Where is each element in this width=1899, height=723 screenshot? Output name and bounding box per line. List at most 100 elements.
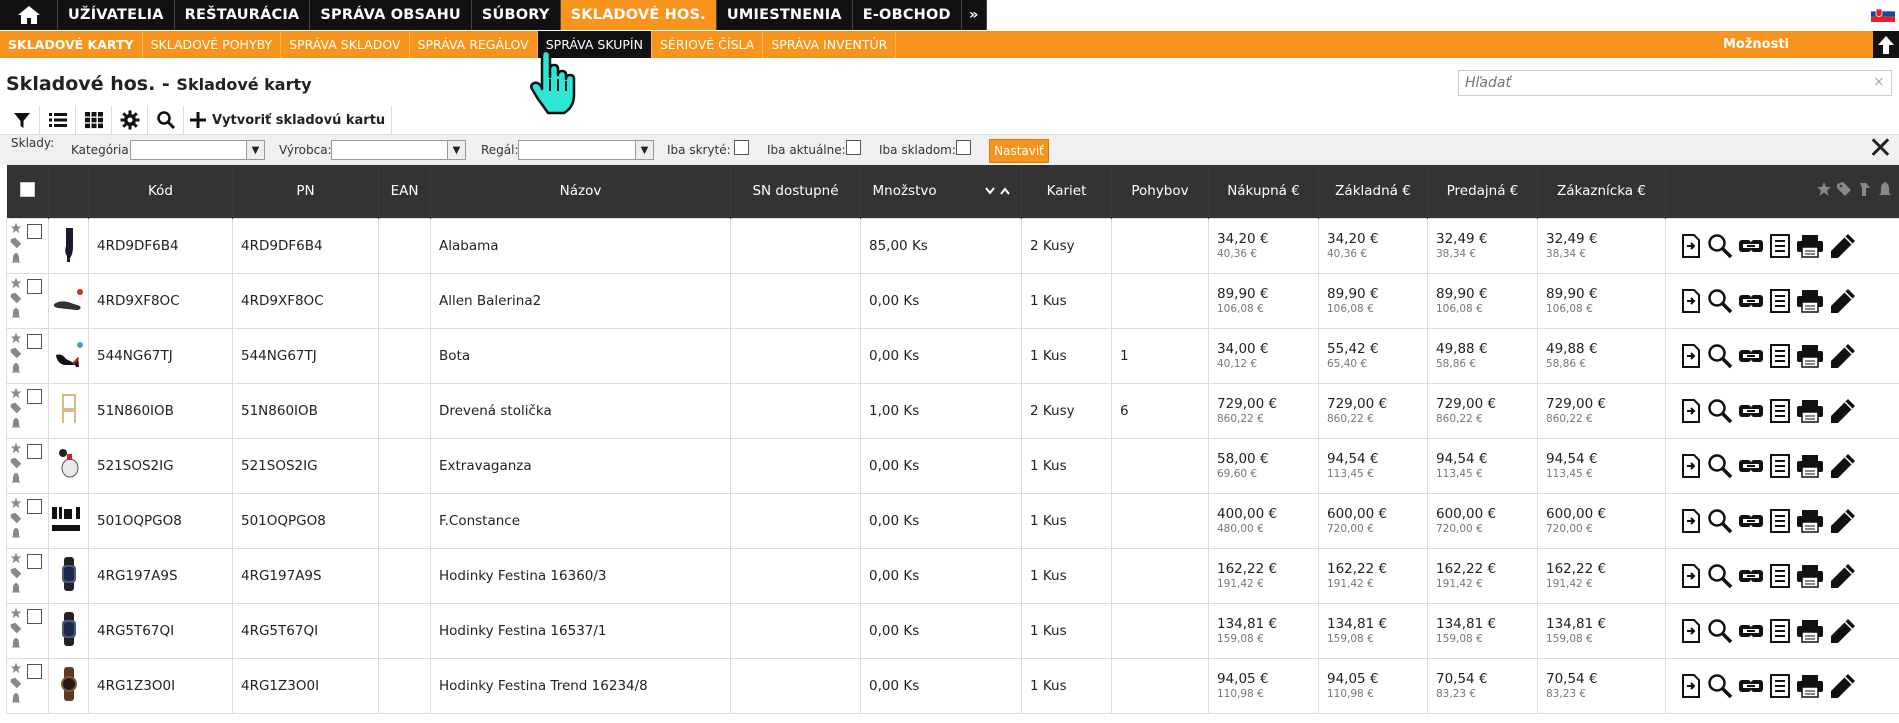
search-icon[interactable] bbox=[1707, 398, 1733, 424]
document-arrow-icon[interactable] bbox=[1680, 453, 1702, 478]
pencil-edit-icon[interactable] bbox=[1829, 342, 1857, 370]
subnav-sprava-regalov[interactable]: SPRÁVA REGÁLOV bbox=[410, 31, 538, 58]
star-icon[interactable] bbox=[10, 497, 22, 509]
iba-skladom-checkbox[interactable] bbox=[956, 140, 971, 155]
bell-icon[interactable] bbox=[10, 472, 22, 484]
subnav-seriove-cisla[interactable]: SÉRIOVÉ ČÍSLA bbox=[652, 31, 764, 58]
regal-select[interactable]: ▼ bbox=[518, 140, 654, 160]
pencil-edit-icon[interactable] bbox=[1829, 287, 1857, 315]
pencil-edit-icon[interactable] bbox=[1829, 617, 1857, 645]
search-icon[interactable] bbox=[1707, 563, 1733, 589]
pencil-edit-icon[interactable] bbox=[1829, 672, 1857, 700]
document-arrow-icon[interactable] bbox=[1680, 618, 1702, 643]
document-arrow-icon[interactable] bbox=[1680, 508, 1702, 533]
document-arrow-icon[interactable] bbox=[1680, 673, 1702, 698]
header-zakaznicka[interactable]: Zákaznícka € bbox=[1537, 165, 1666, 218]
cell-thumbnail[interactable] bbox=[48, 657, 89, 714]
list-document-icon[interactable] bbox=[1769, 343, 1791, 368]
subnav-sprava-inventur[interactable]: SPRÁVA INVENTÚR bbox=[763, 31, 897, 58]
link-icon[interactable] bbox=[1738, 676, 1764, 696]
nav-uzivatelia[interactable]: UŽÍVATELIA bbox=[58, 0, 175, 30]
cell-thumbnail[interactable] bbox=[48, 382, 89, 439]
search-icon[interactable] bbox=[1707, 618, 1733, 644]
printer-icon[interactable] bbox=[1796, 234, 1824, 258]
tag-icon[interactable] bbox=[10, 347, 22, 359]
printer-icon[interactable] bbox=[1796, 289, 1824, 313]
document-arrow-icon[interactable] bbox=[1680, 233, 1702, 258]
link-icon[interactable] bbox=[1738, 346, 1764, 366]
star-icon[interactable] bbox=[10, 607, 22, 619]
bell-icon[interactable] bbox=[10, 637, 22, 649]
row-checkbox[interactable] bbox=[27, 278, 42, 294]
pencil-edit-icon[interactable] bbox=[1829, 232, 1857, 260]
subnav-skladove-karty[interactable]: SKLADOVÉ KARTY bbox=[0, 31, 143, 58]
bell-icon[interactable] bbox=[10, 252, 22, 264]
sort-desc-icon[interactable] bbox=[985, 187, 995, 195]
header-select-all[interactable] bbox=[6, 165, 49, 218]
list-view-button[interactable] bbox=[40, 106, 76, 134]
table-row[interactable]: 501OQPGO8 501OQPGO8 F.Constance 0,00 Ks 1 Ku… bbox=[6, 492, 1899, 549]
tag-icon[interactable] bbox=[10, 512, 22, 524]
header-ean[interactable]: EAN bbox=[378, 165, 431, 218]
table-row[interactable]: 51N860IOB 51N860IOB Drevená stolička 1,00 K… bbox=[6, 382, 1899, 439]
row-checkbox[interactable] bbox=[27, 608, 42, 624]
iba-aktualne-checkbox[interactable] bbox=[846, 140, 861, 155]
star-icon[interactable] bbox=[10, 662, 22, 674]
bell-icon[interactable] bbox=[10, 307, 22, 319]
slovak-flag-icon[interactable] bbox=[1871, 6, 1895, 22]
tag-icon[interactable] bbox=[10, 237, 22, 249]
pencil-edit-icon[interactable] bbox=[1829, 452, 1857, 480]
table-row[interactable]: 4RD9DF6B4 4RD9DF6B4 Alabama 85,00 Ks 2 Kusy 3… bbox=[6, 217, 1899, 274]
filter-toggle-button[interactable] bbox=[4, 106, 40, 134]
list-document-icon[interactable] bbox=[1769, 673, 1791, 698]
tag-icon[interactable] bbox=[10, 622, 22, 634]
bell-icon[interactable] bbox=[1877, 181, 1893, 197]
search-icon[interactable] bbox=[1707, 508, 1733, 534]
subnav-sprava-skladov[interactable]: SPRÁVA SKLADOV bbox=[281, 31, 410, 58]
cell-thumbnail[interactable] bbox=[48, 272, 89, 329]
link-icon[interactable] bbox=[1738, 401, 1764, 421]
pencil-edit-icon[interactable] bbox=[1829, 507, 1857, 535]
search-input[interactable] bbox=[1458, 70, 1892, 96]
header-sn-dostupne[interactable]: SN dostupné bbox=[730, 165, 861, 218]
printer-icon[interactable] bbox=[1796, 509, 1824, 533]
tag-icon[interactable] bbox=[10, 402, 22, 414]
subnav-skladove-pohyby[interactable]: SKLADOVÉ POHYBY bbox=[143, 31, 282, 58]
cell-thumbnail[interactable] bbox=[48, 492, 89, 549]
table-row[interactable]: 4RG1Z3O0I 4RG1Z3O0I Hodinky Festina Trend … bbox=[6, 657, 1899, 714]
search-icon[interactable] bbox=[1707, 288, 1733, 314]
home-button[interactable] bbox=[0, 0, 58, 30]
star-icon[interactable] bbox=[10, 277, 22, 289]
link-icon[interactable] bbox=[1738, 566, 1764, 586]
kategoria-select[interactable]: ▼ bbox=[130, 140, 265, 160]
link-icon[interactable] bbox=[1738, 511, 1764, 531]
cell-thumbnail[interactable] bbox=[48, 602, 89, 659]
printer-icon[interactable] bbox=[1796, 399, 1824, 423]
set-filter-button[interactable]: Nastaviť bbox=[989, 139, 1049, 163]
printer-icon[interactable] bbox=[1796, 454, 1824, 478]
document-arrow-icon[interactable] bbox=[1680, 288, 1702, 313]
select-all-checkbox[interactable] bbox=[19, 181, 35, 197]
search-icon[interactable] bbox=[1707, 673, 1733, 699]
link-icon[interactable] bbox=[1738, 291, 1764, 311]
search-clear-button[interactable]: × bbox=[1873, 74, 1885, 90]
nav-restauracia[interactable]: REŠTAURÁCIA bbox=[175, 0, 311, 30]
cell-thumbnail[interactable] bbox=[48, 327, 89, 384]
document-arrow-icon[interactable] bbox=[1680, 343, 1702, 368]
scroll-up-button[interactable] bbox=[1873, 31, 1899, 58]
list-document-icon[interactable] bbox=[1769, 618, 1791, 643]
table-row[interactable]: 521SOS2IG 521SOS2IG Extravaganza 0,00 Ks 1 K… bbox=[6, 437, 1899, 494]
document-arrow-icon[interactable] bbox=[1680, 563, 1702, 588]
header-nakupna[interactable]: Nákupná € bbox=[1208, 165, 1319, 218]
bell-icon[interactable] bbox=[10, 417, 22, 429]
link-icon[interactable] bbox=[1738, 236, 1764, 256]
row-checkbox[interactable] bbox=[27, 388, 42, 404]
header-nazov[interactable]: Názov bbox=[430, 165, 731, 218]
nav-subory[interactable]: SÚBORY bbox=[472, 0, 561, 30]
row-checkbox[interactable] bbox=[27, 663, 42, 679]
tag-icon[interactable] bbox=[10, 567, 22, 579]
row-checkbox[interactable] bbox=[27, 443, 42, 459]
search-icon[interactable] bbox=[1707, 453, 1733, 479]
tag-icon[interactable] bbox=[10, 457, 22, 469]
list-document-icon[interactable] bbox=[1769, 398, 1791, 423]
